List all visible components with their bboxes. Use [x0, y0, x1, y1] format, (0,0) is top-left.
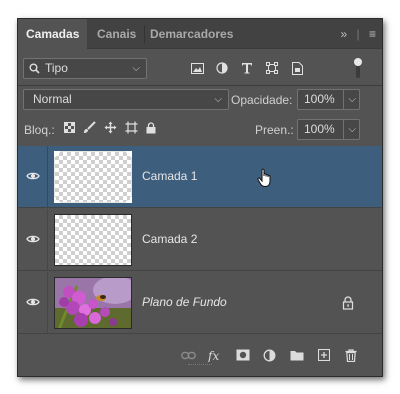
- fill-value: 100%: [304, 122, 335, 136]
- link-layers-icon[interactable]: [181, 348, 196, 362]
- filter-kind-select[interactable]: Tipo ⌵: [23, 58, 147, 79]
- chevron-down-icon: ⌵: [214, 94, 222, 105]
- toggle-knob: [354, 58, 362, 66]
- separator: |: [356, 27, 360, 41]
- fill-label: Preen.:: [255, 123, 294, 137]
- visibility-cell: [18, 209, 48, 270]
- type-filter-icon[interactable]: [240, 61, 254, 75]
- adjustment-filter-icon[interactable]: [215, 61, 229, 75]
- selection-corner: [54, 151, 60, 157]
- move-icon[interactable]: [104, 121, 117, 134]
- flower-photo: [55, 278, 131, 328]
- smart-object-filter-icon[interactable]: [290, 61, 304, 75]
- eye-icon[interactable]: [26, 297, 40, 307]
- toggle-track: [356, 66, 360, 78]
- opacity-label: Opacidade:: [231, 93, 293, 107]
- brush-icon[interactable]: [83, 121, 96, 134]
- artboard-icon[interactable]: [125, 121, 138, 134]
- layer-name[interactable]: Camada 2: [142, 232, 197, 246]
- opacity-value: 100%: [304, 92, 335, 106]
- lock-all-icon[interactable]: [146, 121, 156, 134]
- panel-footer: fx: [18, 342, 382, 368]
- visibility-cell: [18, 146, 48, 207]
- layers-list: Camada 1 Camada 2 Plano de Fundo: [18, 146, 382, 336]
- tab-demarcadores[interactable]: Demarcadores: [142, 19, 241, 49]
- blend-mode-value: Normal: [33, 92, 72, 106]
- pixel-filter-icon[interactable]: [190, 61, 204, 75]
- new-group-icon[interactable]: [289, 348, 304, 362]
- filter-icons: [190, 59, 304, 77]
- new-layer-icon[interactable]: [316, 348, 331, 362]
- tab-camadas[interactable]: Camadas: [18, 19, 88, 49]
- opacity-dropdown[interactable]: ⌵: [343, 89, 360, 110]
- eye-icon[interactable]: [26, 171, 40, 181]
- add-mask-icon[interactable]: [235, 348, 250, 362]
- selection-corner: [126, 197, 132, 203]
- panel-menu-icon[interactable]: ≡: [369, 27, 376, 41]
- layer-thumbnail[interactable]: [54, 214, 132, 266]
- fill-dropdown[interactable]: ⌵: [343, 119, 360, 140]
- chevron-down-icon: ⌵: [132, 63, 140, 74]
- layer-name[interactable]: Plano de Fundo: [142, 295, 227, 309]
- tab-canais[interactable]: Canais: [89, 19, 144, 49]
- divider: [18, 85, 382, 86]
- eye-icon[interactable]: [26, 234, 40, 244]
- lock-icon[interactable]: [342, 296, 354, 310]
- layers-panel: Camadas Canais Demarcadores » | ≡ Tipo ⌵: [17, 18, 383, 377]
- background-photo-thumbnail[interactable]: [54, 277, 132, 329]
- selection-corner: [54, 197, 60, 203]
- selection-corner: [126, 151, 132, 157]
- shape-filter-icon[interactable]: [265, 61, 279, 75]
- adjustment-layer-icon[interactable]: [262, 348, 277, 362]
- layer-thumbnail[interactable]: [54, 151, 132, 203]
- resize-grip[interactable]: [188, 364, 212, 366]
- lock-transparency-icon[interactable]: [64, 122, 75, 133]
- chevron-down-icon: ⌵: [348, 124, 356, 135]
- filter-kind-value: Tipo: [45, 61, 68, 75]
- layer-row[interactable]: Camada 2: [18, 209, 382, 271]
- layer-name[interactable]: Camada 1: [142, 169, 197, 183]
- blend-mode-select[interactable]: Normal ⌵: [23, 89, 229, 110]
- panel-controls: » | ≡: [334, 19, 376, 49]
- lock-icons: [64, 121, 156, 134]
- filter-toggle[interactable]: [354, 58, 362, 80]
- layer-row[interactable]: Plano de Fundo: [18, 272, 382, 334]
- visibility-cell: [18, 272, 48, 333]
- chevron-down-icon: ⌵: [348, 94, 356, 105]
- delete-layer-icon[interactable]: [343, 348, 358, 362]
- footer-icons: fx: [181, 348, 358, 362]
- lock-label: Bloq.:: [24, 123, 55, 137]
- layer-row[interactable]: Camada 1: [18, 146, 382, 208]
- collapse-icon[interactable]: »: [340, 27, 347, 41]
- hand-cursor-icon: [257, 168, 271, 188]
- fx-icon[interactable]: fx: [208, 348, 223, 362]
- search-icon: [29, 63, 40, 74]
- tab-bar: Camadas Canais Demarcadores » | ≡: [18, 19, 382, 49]
- svg-text:fx: fx: [208, 349, 219, 362]
